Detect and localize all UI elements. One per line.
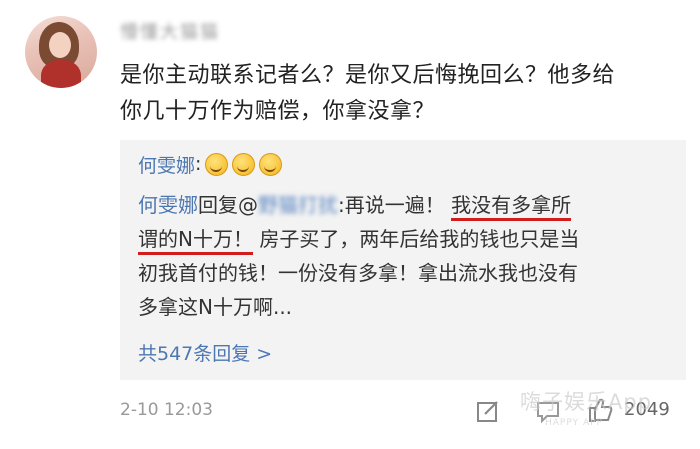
reply-header: 何雯娜: (138, 150, 283, 178)
reply-author[interactable]: 何雯娜 (138, 151, 195, 178)
reply-line-3: 初我首付的钱！一份没有多拿！拿出流水我也没有 (138, 261, 578, 285)
grin-emoji-icon (259, 152, 283, 176)
avatar[interactable] (25, 16, 97, 88)
like-count: 2049 (624, 399, 670, 420)
reply-author-2[interactable]: 何雯娜 (138, 193, 198, 217)
post-text-line1: 是你主动联系记者么？是你又后悔挽回么？他多给 (120, 63, 616, 88)
grin-emoji-icon (205, 152, 229, 176)
reply-body: 何雯娜回复@野猫打扰:再说一遍！ 我没有多拿所 谓的N十万！ 房子买了，两年后给… (138, 188, 668, 324)
grin-emoji-icon (232, 152, 256, 176)
avatar-dress (41, 60, 81, 88)
post-text: 是你主动联系记者么？是你又后悔挽回么？他多给 你几十万作为赔偿，你拿没拿？ (120, 58, 680, 130)
reply-line-1: 何雯娜回复@野猫打扰:再说一遍！ 我没有多拿所 (138, 188, 668, 222)
reply-mention[interactable]: 野猫打扰 (258, 193, 338, 217)
username[interactable]: 懵懂大猫猫 (120, 20, 220, 43)
reply-highlight-1: 我没有多拿所 (451, 193, 572, 221)
edit-icon[interactable] (475, 398, 501, 424)
more-replies-link[interactable]: 共547条回复 > (138, 340, 272, 368)
reply-line-2: 谓的N十万！ 房子买了，两年后给我的钱也只是当 (138, 222, 668, 256)
reply-word: 回复@ (198, 193, 258, 217)
post-text-line2: 你几十万作为赔偿，你拿没拿？ (120, 99, 436, 124)
reply-highlight-2: 谓的N十万！ (138, 227, 253, 255)
reply-line-4: 多拿这N十万啊... (138, 295, 293, 319)
reply-box[interactable]: 何雯娜: 何雯娜回复@野猫打扰:再说一遍！ 我没有多拿所 谓的N十万！ 房子买了… (120, 140, 686, 380)
watermark-sub: HAPPY APP (545, 418, 603, 428)
reply-colon: : (195, 153, 202, 175)
reply-segment2: 房子买了，两年后给我的钱也只是当 (259, 227, 580, 251)
reply-segment1: :再说一遍！ (338, 193, 445, 217)
avatar-face (49, 32, 71, 58)
timestamp: 2-10 12:03 (120, 400, 213, 420)
